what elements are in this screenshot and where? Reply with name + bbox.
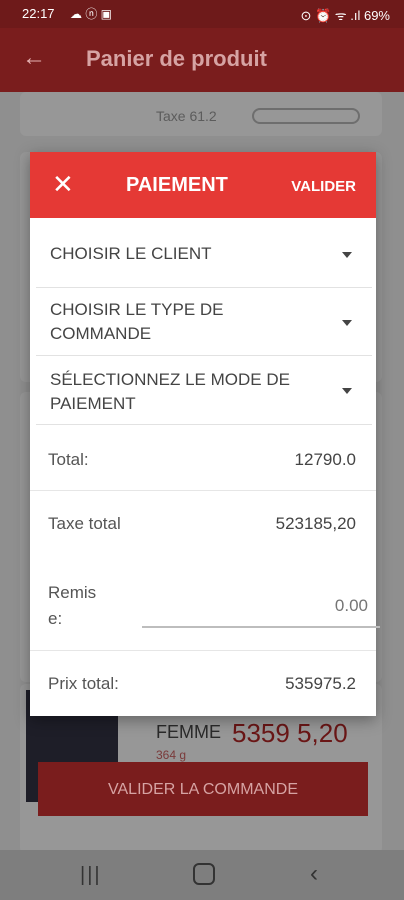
close-icon[interactable]: ✕ (52, 171, 76, 197)
caret-down-icon (342, 320, 352, 326)
divider (30, 650, 376, 651)
validate-order-button[interactable]: VALIDER LA COMMANDE (38, 762, 368, 816)
product-label: FEMME (156, 722, 221, 742)
discount-input[interactable] (142, 586, 380, 628)
system-nav-bar: ||| ‹ (0, 850, 404, 900)
app-bar: ← Panier de produit (0, 28, 404, 92)
client-select[interactable]: CHOISIR LE CLIENT (36, 220, 372, 288)
payment-dialog: ✕ PAIEMENT VALIDER CHOISIR LE CLIENT CHO… (30, 152, 380, 716)
caret-down-icon (342, 252, 352, 258)
recent-apps-icon[interactable]: ||| (80, 864, 102, 887)
client-select-label: CHOISIR LE CLIENT (50, 244, 212, 263)
background-taxe-text: Taxe 61.2 (156, 108, 217, 124)
total-label: Total: (48, 450, 89, 469)
dialog-header: ✕ PAIEMENT VALIDER (30, 152, 376, 218)
payment-mode-select-label: SÉLECTIONNEZ LE MODE DE PAIEMENT (50, 370, 290, 413)
order-type-select[interactable]: CHOISIR LE TYPE DE COMMANDE (36, 288, 372, 356)
page-title: Panier de produit (86, 46, 267, 71)
back-icon[interactable]: ‹ (310, 860, 318, 888)
payment-mode-select[interactable]: SÉLECTIONNEZ LE MODE DE PAIEMENT (36, 356, 372, 425)
caret-down-icon (342, 388, 352, 394)
status-right-icons: ⊙ ⏰ ᯤ .ıl 69% (300, 8, 390, 23)
total-value: 12790.0 (294, 450, 356, 469)
arrow-left-icon[interactable]: ← (22, 46, 46, 70)
home-icon[interactable] (193, 863, 215, 885)
status-time: 22:17 (22, 6, 55, 21)
grand-total-label: Prix total: (48, 674, 119, 693)
order-type-select-label: CHOISIR LE TYPE DE COMMANDE (50, 300, 224, 343)
status-left-icons: ☁ ⓝ ▣ (70, 7, 113, 21)
dialog-title: PAIEMENT (126, 174, 228, 196)
product-sub: 364 g (156, 748, 187, 762)
tax-total-value: 523185,20 (275, 514, 356, 533)
product-price: 5359 5,20 (232, 718, 348, 748)
dialog-validate-button[interactable]: VALIDER (291, 178, 356, 195)
status-bar: 22:17 ☁ ⓝ ▣ ⊙ ⏰ ᯤ .ıl 69% (0, 0, 404, 28)
background-pill (252, 108, 360, 124)
tax-total-label: Taxe total (48, 514, 121, 533)
grand-total-value: 535975.2 (285, 674, 356, 693)
divider (30, 490, 376, 491)
discount-label: Remis e: (48, 583, 97, 628)
